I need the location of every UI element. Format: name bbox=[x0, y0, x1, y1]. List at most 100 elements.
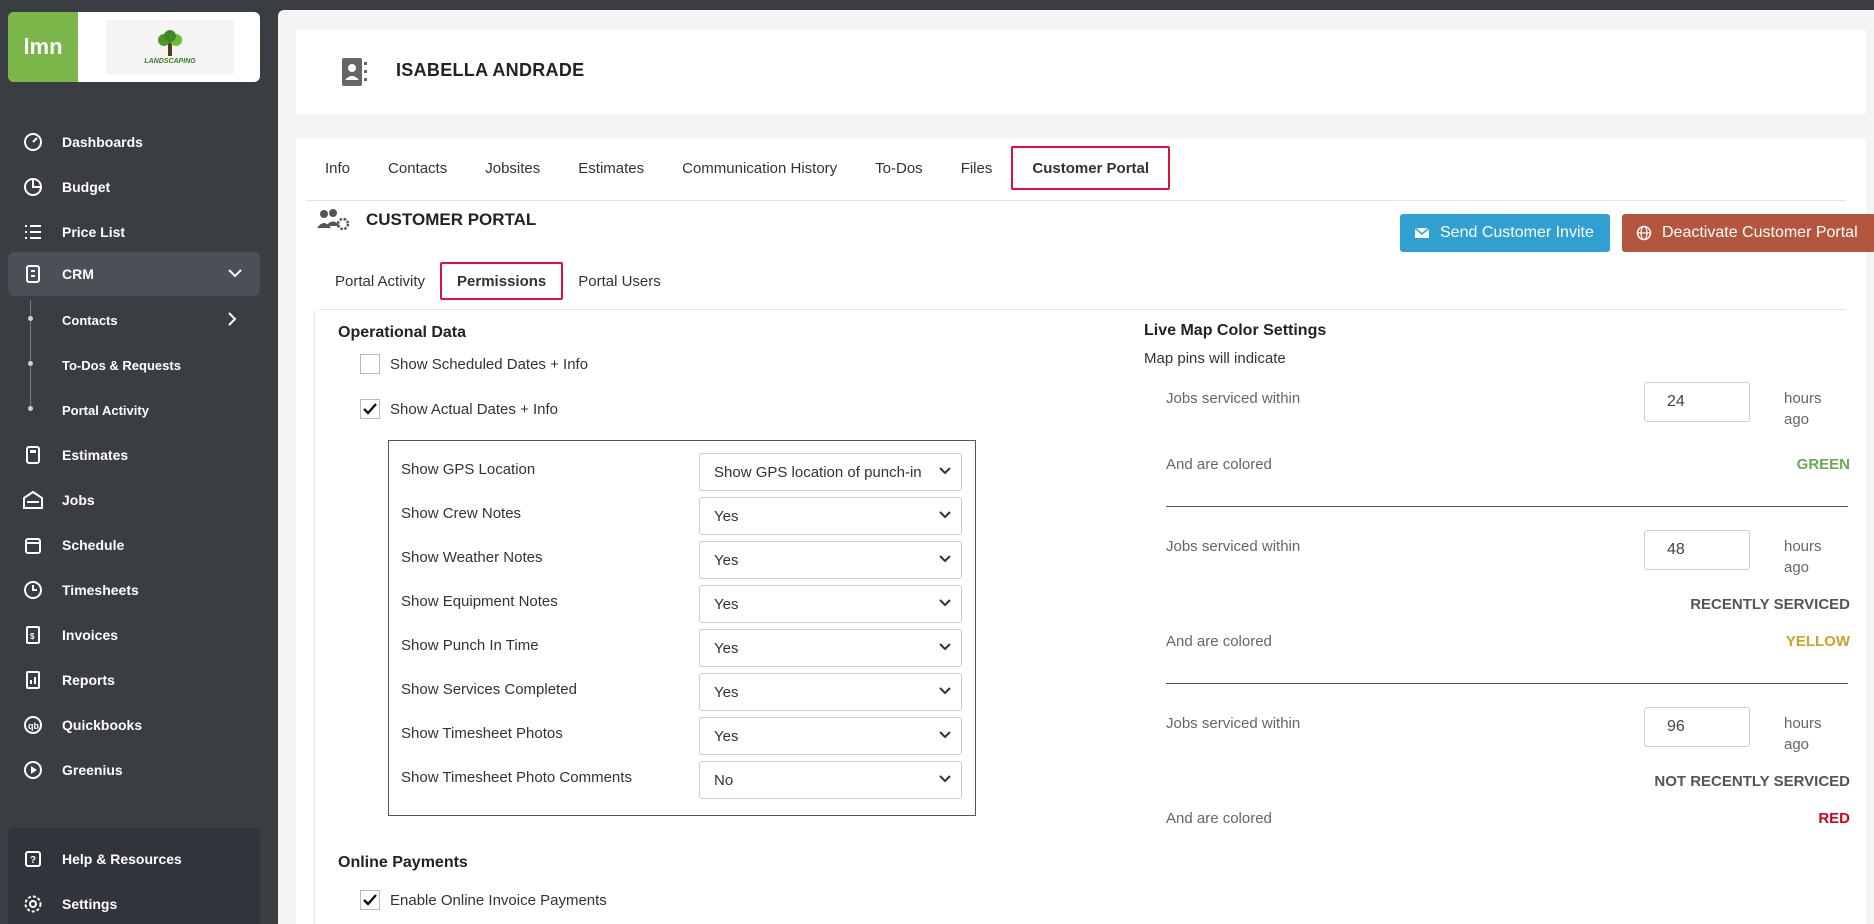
show-actual-checkbox-row[interactable]: Show Actual Dates + Info bbox=[360, 399, 558, 419]
nav-jobs[interactable]: Jobs bbox=[8, 478, 260, 522]
nav-price-list[interactable]: Price List bbox=[8, 210, 260, 254]
option-label: Show Punch In Time bbox=[401, 637, 539, 654]
users-gear-icon bbox=[317, 209, 350, 231]
tab-customer-portal[interactable]: Customer Portal bbox=[1011, 146, 1171, 190]
send-invite-button[interactable]: Send Customer Invite bbox=[1400, 214, 1610, 252]
hours-ago-label: hours ago bbox=[1784, 538, 1822, 576]
nav-help[interactable]: ? Help & Resources bbox=[8, 837, 260, 881]
nav-settings[interactable]: Settings bbox=[8, 882, 260, 924]
option-label: Show Timesheet Photos bbox=[401, 725, 563, 742]
help-icon: ? bbox=[22, 848, 44, 870]
calculator-icon bbox=[22, 444, 44, 466]
hours-ago-label: hours ago bbox=[1784, 715, 1822, 753]
sub-item-contacts[interactable]: Contacts bbox=[62, 313, 118, 328]
svg-text:$: $ bbox=[30, 632, 35, 641]
subtab-permissions[interactable]: Permissions bbox=[440, 262, 564, 300]
equipment-notes-select[interactable]: Yes bbox=[699, 585, 962, 623]
hours-input-green[interactable]: 24 bbox=[1644, 382, 1750, 422]
subtab-portal-users[interactable]: Portal Users bbox=[563, 262, 676, 300]
sub-dot bbox=[28, 361, 33, 366]
nav-reports[interactable]: Reports bbox=[8, 658, 260, 702]
show-scheduled-checkbox[interactable] bbox=[360, 354, 380, 374]
option-row-gps: Show GPS Location Show GPS location of p… bbox=[389, 447, 975, 491]
option-row-timesheet-photo-comments: Show Timesheet Photo Comments No bbox=[389, 755, 975, 799]
nav-schedule[interactable]: Schedule bbox=[8, 523, 260, 567]
within-label: Jobs serviced within bbox=[1166, 390, 1301, 407]
colored-label: And are colored bbox=[1166, 810, 1272, 827]
nav-budget[interactable]: Budget bbox=[8, 165, 260, 209]
tab-todos[interactable]: To-Dos bbox=[856, 146, 942, 190]
option-label: Show GPS Location bbox=[401, 461, 536, 478]
color-value-yellow: YELLOW bbox=[1785, 633, 1850, 650]
show-actual-checkbox[interactable] bbox=[360, 399, 380, 419]
hours-input-yellow[interactable]: 48 bbox=[1644, 530, 1750, 570]
colored-label: And are colored bbox=[1166, 633, 1272, 650]
sub-item-portal-activity[interactable]: Portal Activity bbox=[62, 403, 149, 418]
nav-label: CRM bbox=[62, 266, 94, 282]
timesheet-photo-comments-select[interactable]: No bbox=[699, 761, 962, 799]
nav-quickbooks[interactable]: qb Quickbooks bbox=[8, 703, 260, 747]
deactivate-label: Deactivate Customer Portal bbox=[1662, 224, 1858, 241]
main-content: ISABELLA ANDRADE Info Contacts Jobsites … bbox=[278, 10, 1874, 924]
show-scheduled-checkbox-row[interactable]: Show Scheduled Dates + Info bbox=[360, 354, 588, 374]
divider bbox=[1166, 683, 1848, 684]
report-icon bbox=[22, 669, 44, 691]
enable-online-payments-checkbox[interactable] bbox=[360, 890, 380, 910]
show-scheduled-label: Show Scheduled Dates + Info bbox=[390, 355, 589, 373]
contact-card-icon bbox=[342, 58, 367, 86]
tab-info[interactable]: Info bbox=[306, 146, 369, 190]
sub-dot bbox=[28, 406, 33, 411]
option-label: Show Timesheet Photo Comments bbox=[401, 769, 632, 786]
checkmark-icon bbox=[363, 894, 377, 906]
weather-notes-select[interactable]: Yes bbox=[699, 541, 962, 579]
live-map-subtitle: Map pins will indicate bbox=[1144, 350, 1286, 367]
crm-icon bbox=[22, 263, 44, 285]
sub-item-todos[interactable]: To-Dos & Requests bbox=[62, 358, 181, 373]
chevron-down-icon bbox=[228, 269, 242, 278]
option-row-crew-notes: Show Crew Notes Yes bbox=[389, 491, 975, 535]
send-invite-label: Send Customer Invite bbox=[1440, 224, 1594, 241]
nav-greenius[interactable]: Greenius bbox=[8, 748, 260, 792]
tab-communication-history[interactable]: Communication History bbox=[663, 146, 856, 190]
nav-estimates[interactable]: Estimates bbox=[8, 433, 260, 477]
color-value-green: GREEN bbox=[1796, 456, 1850, 473]
quickbooks-icon: qb bbox=[22, 714, 44, 736]
gps-select[interactable]: Show GPS location of punch-in bbox=[699, 453, 962, 491]
chevron-down-icon bbox=[939, 511, 951, 519]
nav-label: Budget bbox=[62, 179, 111, 195]
nav-label: Greenius bbox=[62, 762, 123, 778]
option-row-services-completed: Show Services Completed Yes bbox=[389, 667, 975, 711]
option-row-timesheet-photos: Show Timesheet Photos Yes bbox=[389, 711, 975, 755]
tab-estimates[interactable]: Estimates bbox=[559, 146, 663, 190]
customer-body: Info Contacts Jobsites Estimates Communi… bbox=[296, 138, 1874, 924]
live-map-title: Live Map Color Settings bbox=[1144, 322, 1327, 339]
chevron-down-icon bbox=[939, 775, 951, 783]
nav-crm[interactable]: CRM bbox=[8, 252, 260, 296]
enable-online-payments-row[interactable]: Enable Online Invoice Payments bbox=[360, 890, 607, 910]
punch-in-time-select[interactable]: Yes bbox=[699, 629, 962, 667]
deactivate-portal-button[interactable]: Deactivate Customer Portal bbox=[1622, 214, 1874, 252]
crew-notes-select[interactable]: Yes bbox=[699, 497, 962, 535]
tab-contacts[interactable]: Contacts bbox=[369, 146, 466, 190]
tab-jobsites[interactable]: Jobsites bbox=[466, 146, 559, 190]
hours-input-red[interactable]: 96 bbox=[1644, 707, 1750, 747]
envelope-icon bbox=[1414, 227, 1430, 238]
option-row-equipment-notes: Show Equipment Notes Yes bbox=[389, 579, 975, 623]
services-completed-select[interactable]: Yes bbox=[699, 673, 962, 711]
app-name: lmn bbox=[23, 34, 63, 59]
timesheet-photos-select[interactable]: Yes bbox=[699, 717, 962, 755]
list-icon bbox=[22, 221, 44, 243]
customer-tabs: Info Contacts Jobsites Estimates Communi… bbox=[306, 146, 1171, 190]
globe-icon bbox=[1636, 225, 1652, 241]
subtab-portal-activity[interactable]: Portal Activity bbox=[320, 262, 440, 300]
nav-label: Estimates bbox=[62, 447, 129, 463]
brand-bar[interactable]: lmn LANDSCAPING bbox=[8, 12, 260, 82]
tree-logo-icon bbox=[158, 29, 182, 56]
nav-timesheets[interactable]: Timesheets bbox=[8, 568, 260, 612]
option-label: Show Weather Notes bbox=[401, 549, 543, 566]
nav-dashboards[interactable]: Dashboards bbox=[8, 120, 260, 164]
pie-chart-icon bbox=[22, 176, 44, 198]
nav-invoices[interactable]: $ Invoices bbox=[8, 613, 260, 657]
nav-label: Dashboards bbox=[62, 134, 143, 150]
tab-files[interactable]: Files bbox=[942, 146, 1012, 190]
